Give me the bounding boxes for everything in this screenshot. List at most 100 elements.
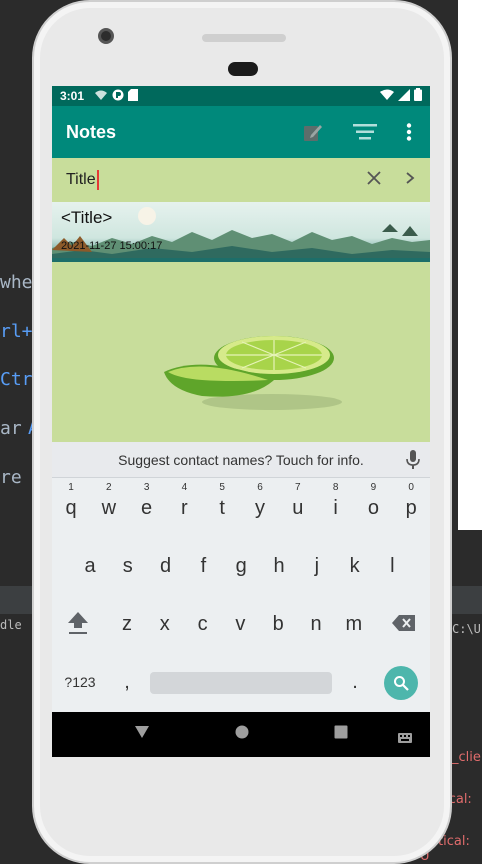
key-x[interactable]: x [146,594,184,652]
background-text: dle [0,618,22,632]
key-y[interactable]: 6y [241,478,279,536]
sort-icon [353,124,377,140]
back-triangle-icon [135,726,150,738]
suggestion-text: Suggest contact names? Touch for info. [118,451,364,468]
microphone-icon [406,450,420,469]
key-hint: 4 [181,482,188,493]
navigation-bar [52,712,430,757]
key-f[interactable]: f [184,536,222,594]
wifi-icon [380,89,394,104]
spacebar[interactable] [150,672,332,694]
key-p[interactable]: 0p [392,478,430,536]
shift-icon [68,612,88,634]
status-bar: 3:01 [52,86,430,106]
background-panel [458,0,482,530]
key-n[interactable]: n [297,594,335,652]
key-b[interactable]: b [259,594,297,652]
key-a[interactable]: a [71,536,109,594]
home-circle-icon [235,725,249,739]
key-label: o [367,497,379,519]
key-h[interactable]: h [260,536,298,594]
sort-button[interactable] [350,117,380,147]
key-g[interactable]: g [222,536,260,594]
sd-card-icon [128,88,139,104]
key-hint: 7 [295,482,301,493]
key-t[interactable]: 5t [203,478,241,536]
key-v[interactable]: v [221,594,259,652]
key-c[interactable]: c [184,594,222,652]
key-z[interactable]: z [108,594,146,652]
key-hint: 0 [408,482,414,493]
app-notification-icon [112,89,124,104]
key-r[interactable]: 4r [165,478,203,536]
lime-illustration [164,336,342,410]
shift-key[interactable] [58,594,98,652]
key-label: p [405,497,417,519]
key-s[interactable]: s [109,536,147,594]
voice-input-button[interactable] [406,450,420,473]
key-label: u [292,497,304,519]
keyboard-switcher-icon[interactable] [398,730,412,748]
key-label: w [101,497,117,519]
submit-search-button[interactable] [404,171,416,190]
key-o[interactable]: 9o [354,478,392,536]
key-hint: 5 [219,482,225,493]
key-l[interactable]: l [373,536,411,594]
text-cursor [96,170,99,190]
symbols-key[interactable]: ?123 [60,652,100,710]
key-i[interactable]: 8i [317,478,355,536]
key-label: i [333,497,338,519]
background-text: ar [0,418,22,439]
more-vert-icon [406,123,412,141]
note-list-item[interactable]: <Title> 2021-11-27 15:00:17 [52,202,430,262]
background-text: C:\U [452,622,481,636]
overflow-menu-button[interactable] [402,117,416,147]
key-label: q [65,497,77,519]
backspace-key[interactable] [384,594,424,652]
search-input[interactable]: Title [66,170,99,190]
key-hint: 8 [332,482,339,493]
keyboard-suggestion-strip[interactable]: Suggest contact names? Touch for info. [52,442,430,478]
search-bar: Title [52,158,430,202]
key-label: e [141,497,153,519]
recents-square-icon [334,725,348,739]
front-camera [98,28,114,44]
empty-area [52,262,430,442]
key-label: y [255,497,265,519]
status-time: 3:01 [60,89,85,103]
search-action-key[interactable] [384,666,418,700]
earpiece [228,62,258,76]
chevron-right-icon [406,171,415,184]
wifi-settings-icon [94,89,108,104]
clear-search-button[interactable] [366,170,382,191]
back-button[interactable] [134,725,150,744]
key-label: t [219,497,225,519]
key-hint: 2 [106,482,112,493]
key-j[interactable]: j [298,536,336,594]
key-d[interactable]: d [147,536,185,594]
backspace-icon [392,615,415,631]
battery-icon [414,88,422,104]
key-w[interactable]: 2w [90,478,128,536]
key-q[interactable]: 1q [52,478,90,536]
key-hint: 1 [68,482,74,493]
home-button[interactable] [235,725,249,744]
key-e[interactable]: 3e [128,478,166,536]
key-m[interactable]: m [335,594,373,652]
key-hint: 3 [143,482,150,493]
key-k[interactable]: k [336,536,374,594]
new-note-icon [304,125,322,141]
app-bar: Notes [52,106,430,158]
app-title: Notes [66,121,117,142]
search-icon [394,676,409,691]
background-text: _clier [452,750,482,765]
period-key[interactable]: . [336,652,374,710]
close-icon [367,170,381,185]
new-note-button[interactable] [298,117,328,147]
speaker-grille [202,34,286,42]
signal-icon [398,88,410,104]
key-u[interactable]: 7u [279,478,317,536]
background-text: whe [0,272,33,293]
comma-key[interactable]: , [108,652,146,710]
recents-button[interactable] [334,725,348,744]
